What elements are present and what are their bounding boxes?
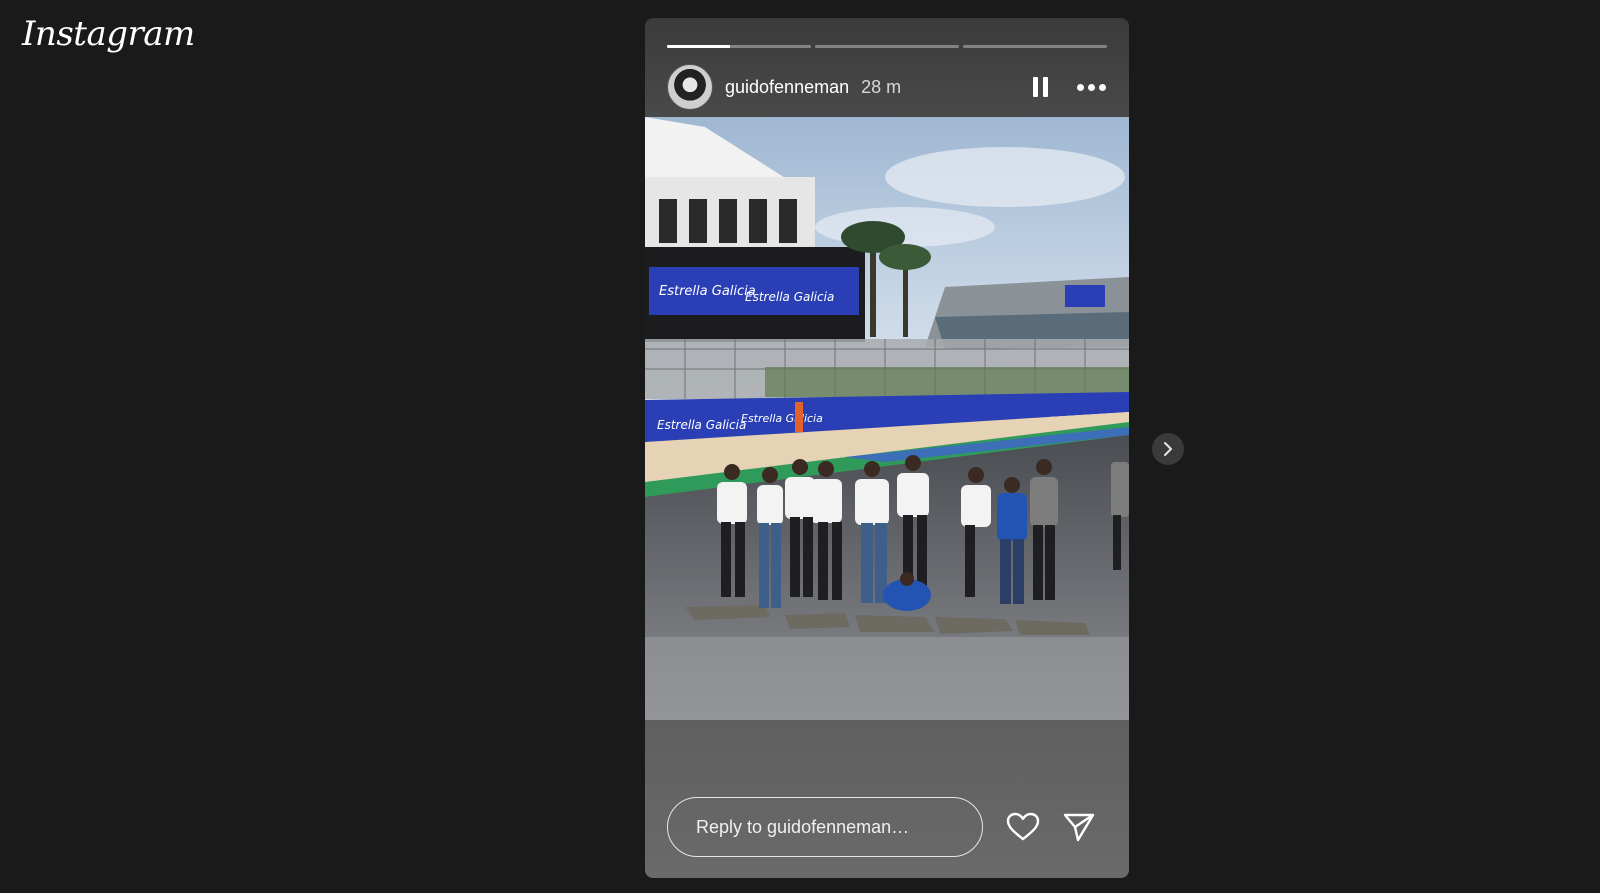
- reply-bar: [667, 796, 1107, 858]
- reply-input[interactable]: [667, 797, 983, 857]
- story-image[interactable]: Estrella Galicia Estrella Galicia Estrel…: [645, 117, 1129, 720]
- sponsor-banner-text: Estrella Galicia: [657, 418, 746, 432]
- instagram-logo[interactable]: Instagram: [22, 14, 195, 54]
- progress-fill: [667, 45, 731, 48]
- share-button[interactable]: [1059, 807, 1099, 847]
- story-header: guidofenneman 28 m: [667, 64, 1107, 110]
- pause-button[interactable]: [1027, 72, 1053, 102]
- progress-segment: [667, 45, 811, 48]
- post-time: 28 m: [861, 76, 902, 97]
- story-card[interactable]: guidofenneman 28 m Estrella Galicia Estr…: [645, 18, 1129, 878]
- like-button[interactable]: [1003, 807, 1043, 847]
- sponsor-banner-text: Estrella Galicia: [745, 290, 834, 304]
- sponsor-banner-text: Estrella Galicia: [659, 284, 756, 299]
- story-viewer-page: Instagram guidofenneman 28 m Estrella Ga…: [0, 0, 1600, 893]
- chevron-right-icon: [1164, 442, 1172, 456]
- author-username[interactable]: guidofenneman: [725, 77, 849, 98]
- next-story-button[interactable]: [1152, 433, 1184, 465]
- more-options-icon: [1076, 83, 1084, 91]
- pause-icon: [1032, 77, 1038, 97]
- heart-icon: [1006, 812, 1040, 841]
- racetrack-photo: Estrella Galicia Estrella Galicia Estrel…: [645, 117, 1129, 720]
- sponsor-banner-text: Estrella Galicia: [741, 412, 823, 425]
- paper-plane-icon: [1063, 813, 1095, 842]
- progress-segment: [963, 45, 1107, 48]
- story-progress-bar: [667, 45, 1107, 48]
- author-avatar[interactable]: [667, 64, 713, 110]
- more-options-button[interactable]: [1075, 72, 1107, 102]
- progress-segment: [815, 45, 959, 48]
